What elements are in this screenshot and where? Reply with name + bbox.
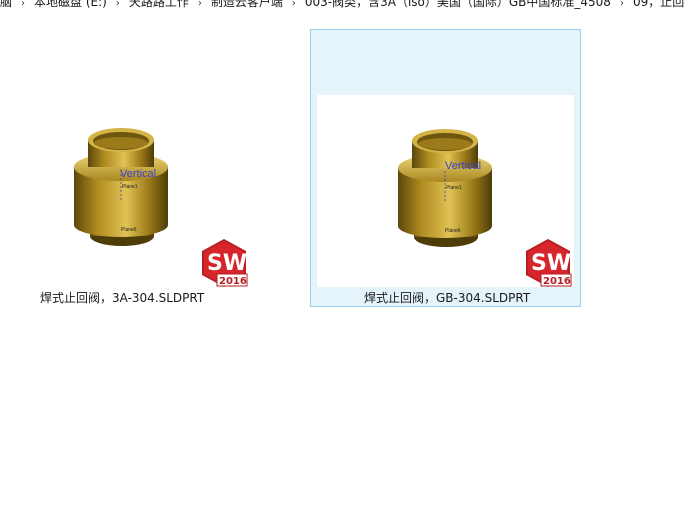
breadcrumb-item[interactable]: 制造云客户端 xyxy=(211,0,283,11)
badge-year: 2016 xyxy=(219,276,247,287)
breadcrumb: 脑 › 本地磁盘 (E:) › 天路路工作 › 制造云客户端 › 003-阀类，含3A（iso）… xyxy=(0,0,685,11)
annotation-point: Plane1 xyxy=(446,185,462,191)
part-thumbnail: Vertical Plane1 Plane6 SW 2016 xyxy=(74,128,248,287)
file-name[interactable]: 焊式止回阀，3A-304.SLDPRT xyxy=(40,289,204,306)
breadcrumb-item[interactable]: 003-阀类，含3A（iso）美国（国际）GB中国标准_4508 xyxy=(305,0,611,11)
file-tile-selected[interactable]: Vertical Plane1 Plane6 SW 2016 焊式止回阀，GB-… xyxy=(310,29,581,307)
annotation-vertical: Vertical xyxy=(445,160,481,172)
solidworks-2016-icon: SW 2016 xyxy=(526,239,572,287)
file-name[interactable]: 焊式止回阀，GB-304.SLDPRT xyxy=(364,289,530,306)
part-thumbnail: Vertical Plane1 Plane6 SW 2016 xyxy=(398,129,572,287)
badge-letters: SW xyxy=(531,251,571,276)
annotation-bottom: Plane6 xyxy=(445,228,461,234)
file-tile[interactable]: Vertical Plane1 Plane6 SW 2016 焊式止回阀，3A-… xyxy=(28,30,283,306)
breadcrumb-separator-icon[interactable]: › xyxy=(611,0,633,11)
breadcrumb-item[interactable]: 脑 xyxy=(0,0,12,11)
breadcrumb-separator-icon[interactable]: › xyxy=(107,0,129,11)
annotation-point: Plane1 xyxy=(122,184,138,190)
breadcrumb-separator-icon[interactable]: › xyxy=(12,0,34,11)
badge-year: 2016 xyxy=(543,276,571,287)
annotation-vertical: Vertical xyxy=(120,168,156,180)
solidworks-2016-icon: SW 2016 xyxy=(202,239,248,287)
annotation-bottom: Plane6 xyxy=(121,227,137,233)
breadcrumb-item[interactable]: 天路路工作 xyxy=(129,0,189,11)
breadcrumb-separator-icon[interactable]: › xyxy=(283,0,305,11)
breadcrumb-separator-icon[interactable]: › xyxy=(189,0,211,11)
breadcrumb-item[interactable]: 09，止回 xyxy=(633,0,684,11)
breadcrumb-item[interactable]: 本地磁盘 (E:) xyxy=(34,0,107,11)
badge-letters: SW xyxy=(207,251,247,276)
